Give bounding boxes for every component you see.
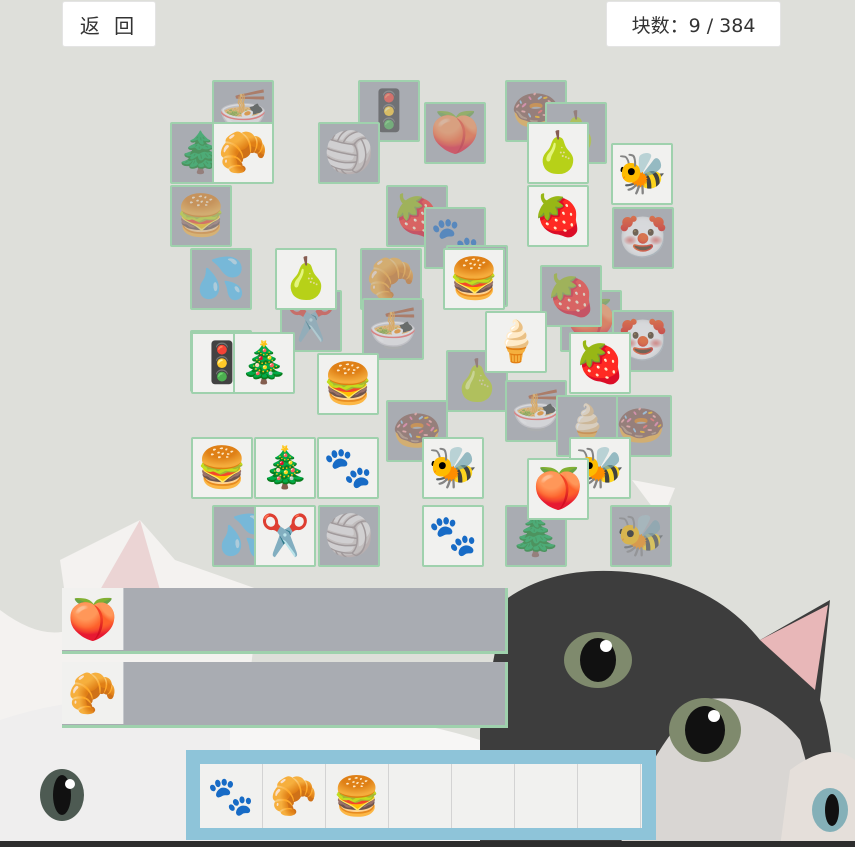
tile-icon: 🐝 (616, 513, 666, 559)
tile-icon: 🍔 (197, 445, 247, 491)
tile-tray: 🐾 🥐 🍔 (186, 750, 656, 840)
side-stack-tile[interactable]: 🍑 (62, 588, 124, 650)
covered-tile: 💦 (190, 248, 252, 310)
tile-icon: ✂️ (260, 513, 310, 559)
game-tile[interactable]: 🍓 (569, 332, 631, 394)
game-tile[interactable]: 🍐 (527, 122, 589, 184)
tile-icon: 🐾 (428, 513, 478, 559)
tile-icon: 🍐 (281, 256, 331, 302)
tile-icon: 🥐 (366, 256, 416, 302)
game-tile[interactable]: 🍑 (527, 458, 589, 520)
game-tile[interactable]: 🐾 (422, 505, 484, 567)
covered-tile: 🍔 (170, 185, 232, 247)
game-tile[interactable]: 🍓 (527, 185, 589, 247)
tile-count-display: 块数：9 / 384 (606, 1, 781, 47)
tray-slot: 🐾 (200, 764, 263, 828)
tile-icon: 🍓 (575, 340, 625, 386)
tile-icon: 🍔 (449, 256, 499, 302)
tile-icon: 🌲 (511, 513, 561, 559)
game-tile[interactable]: 🐝 (611, 143, 673, 205)
tile-icon: 🍔 (176, 193, 226, 239)
covered-tile: 🍓 (540, 265, 602, 327)
tile-icon: 🍑 (430, 110, 480, 156)
tile-icon: 💦 (196, 256, 246, 302)
tile-icon: 🏐 (324, 130, 374, 176)
back-button[interactable]: 返 回 (62, 1, 156, 47)
tile-icon: 🥐 (218, 130, 268, 176)
tile-icon: 🐝 (428, 445, 478, 491)
covered-tile: 🏐 (318, 505, 380, 567)
game-tile[interactable]: 🐾 (317, 437, 379, 499)
tray-slot (578, 764, 641, 828)
bottom-bar (0, 841, 855, 847)
tray-slot: 🥐 (263, 764, 326, 828)
covered-tile: 🏐 (318, 122, 380, 184)
side-stack-row-1: 🍑 (62, 588, 508, 654)
game-tile[interactable]: 🥐 (212, 122, 274, 184)
game-tile[interactable]: 🍦 (485, 311, 547, 373)
tile-icon: 🤡 (618, 215, 668, 261)
covered-tile: 🍑 (424, 102, 486, 164)
tile-icon: 🏐 (324, 513, 374, 559)
side-stack-tile[interactable]: 🥐 (62, 662, 124, 724)
tile-icon: 🍑 (533, 466, 583, 512)
game-tile[interactable]: 🎄 (254, 437, 316, 499)
game-tile[interactable]: 🍐 (275, 248, 337, 310)
game-tile[interactable]: 🍔 (191, 437, 253, 499)
tray-slot (515, 764, 578, 828)
tile-icon: 🐝 (617, 151, 667, 197)
covered-tile: 🍜 (362, 298, 424, 360)
game-tile[interactable]: ✂️ (254, 505, 316, 567)
game-tile[interactable]: 🍔 (317, 353, 379, 415)
tile-icon: 🍐 (533, 130, 583, 176)
tile-icon: 🍦 (491, 319, 541, 365)
tile-icon: 🍓 (546, 273, 596, 319)
tile-icon: 🍔 (323, 361, 373, 407)
game-tile[interactable]: 🐝 (422, 437, 484, 499)
game-tile[interactable]: 🎄 (233, 332, 295, 394)
tile-icon: 🐾 (323, 445, 373, 491)
covered-tile: 🤡 (612, 207, 674, 269)
tile-icon: 🍜 (511, 388, 561, 434)
tile-icon: 🍜 (368, 306, 418, 352)
tray-slot (452, 764, 515, 828)
side-stack-row-2: 🥐 (62, 662, 508, 728)
tile-icon: 🎄 (260, 445, 310, 491)
covered-tile: 🐝 (610, 505, 672, 567)
tile-icon: 🍓 (533, 193, 583, 239)
tile-icon: 🎄 (239, 340, 289, 386)
tray-slot (389, 764, 452, 828)
tray-slot: 🍔 (326, 764, 389, 828)
game-tile[interactable]: 🍔 (443, 248, 505, 310)
